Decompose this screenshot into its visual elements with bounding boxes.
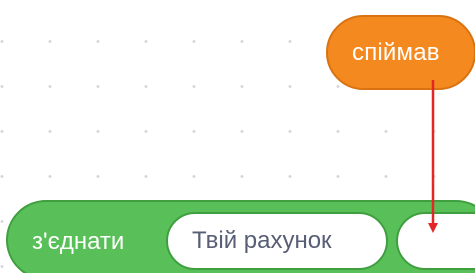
caught-reporter-label: спіймав (352, 38, 440, 66)
join-input-1[interactable]: Твій рахунок (166, 212, 388, 270)
scripts-canvas[interactable]: спіймав з'єднати Твій рахунок (0, 0, 475, 273)
caught-reporter-block[interactable]: спіймав (326, 15, 475, 90)
join-block[interactable]: з'єднати Твій рахунок (6, 200, 475, 273)
join-input-2[interactable] (396, 212, 475, 270)
join-input-1-value: Твій рахунок (192, 227, 332, 254)
join-block-label: з'єднати (32, 228, 125, 255)
